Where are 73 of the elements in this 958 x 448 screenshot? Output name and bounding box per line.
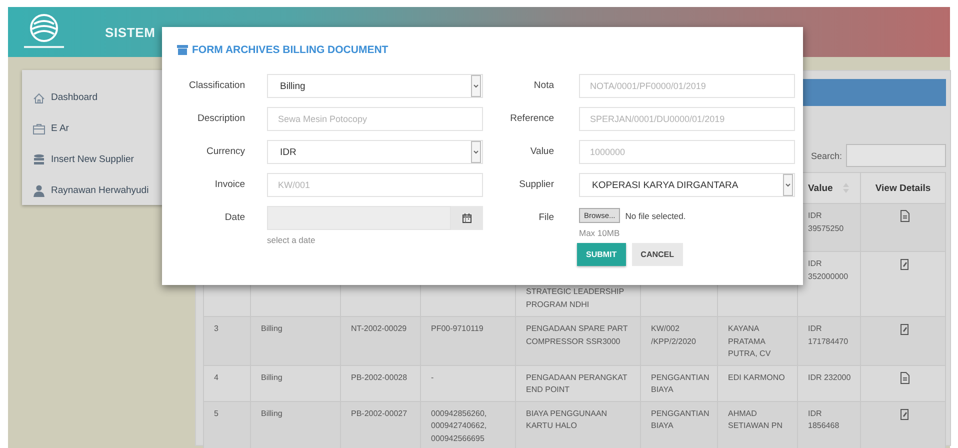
sidebar-item[interactable]: Insert New Supplier bbox=[22, 144, 170, 175]
archive-icon bbox=[177, 45, 188, 55]
field-label: Supplier bbox=[518, 178, 554, 190]
field-label: Invoice bbox=[214, 178, 245, 190]
edit-icon[interactable] bbox=[900, 408, 910, 420]
table-cell: Billing bbox=[261, 372, 282, 382]
table-cell: PB-2002-00027 bbox=[351, 408, 408, 418]
table-cell: PENGGANTIAN BIAYA bbox=[651, 408, 710, 430]
document-icon[interactable] bbox=[900, 210, 910, 222]
text-field[interactable]: SPERJAN/0001/DU0000/01/2019 bbox=[579, 107, 795, 131]
field-label: Reference bbox=[509, 112, 554, 124]
table-cell: - bbox=[431, 372, 434, 382]
database-icon bbox=[32, 152, 46, 166]
column-header[interactable]: Value bbox=[808, 182, 833, 194]
table-cell: KW/002 /KPP/2/2020 bbox=[651, 324, 696, 346]
sidebar-item[interactable]: E Ar bbox=[22, 113, 170, 144]
table-cell: PENGADAAN PERANGKAT END POINT bbox=[526, 372, 628, 394]
table-cell: 3 bbox=[214, 324, 218, 333]
field-label: Description bbox=[196, 112, 245, 124]
document-icon[interactable] bbox=[900, 372, 910, 384]
field-label: Classification bbox=[188, 79, 245, 91]
table-cell: 5 bbox=[214, 408, 218, 418]
table-cell: IDR 232000 bbox=[808, 372, 851, 382]
sidebar-item[interactable]: Raynawan Herwahyudi bbox=[22, 175, 170, 206]
field-label: Date bbox=[224, 211, 245, 223]
calendar-button[interactable] bbox=[451, 206, 483, 230]
table-cell: Billing bbox=[261, 408, 282, 418]
chevron-icon bbox=[471, 75, 481, 97]
table-cell: PB-2002-00028 bbox=[351, 372, 408, 382]
field-label: File bbox=[538, 211, 554, 223]
search-label: Search: bbox=[810, 150, 842, 160]
field-label: Value bbox=[529, 145, 554, 157]
table-cell: Billing bbox=[261, 324, 282, 333]
chevron-icon bbox=[783, 174, 793, 196]
table-cell: PENGADAAN SPARE PART COMPRESSOR SSR3000 bbox=[526, 324, 628, 346]
table-cell: EDI KARMONO bbox=[728, 372, 785, 382]
help-text: select a date bbox=[267, 235, 316, 245]
edit-icon[interactable] bbox=[900, 258, 910, 270]
dropdown[interactable]: KOPERASI KARYA DIRGANTARA bbox=[579, 173, 795, 197]
sidebar-item[interactable]: Dashboard bbox=[22, 82, 170, 113]
chevron-icon bbox=[471, 141, 481, 163]
edit-icon[interactable] bbox=[900, 323, 910, 335]
text-field[interactable]: Sewa Mesin Potocopy bbox=[267, 107, 483, 131]
text-field[interactable]: 1000000 bbox=[579, 140, 795, 164]
calendar-icon bbox=[462, 213, 472, 223]
briefcase-icon bbox=[32, 122, 46, 136]
help-text: Max 10MB bbox=[579, 228, 621, 238]
table-cell: BIAYA PENGGUNAAN KARTU HALO bbox=[526, 408, 608, 430]
file-status: No file selected. bbox=[625, 210, 686, 220]
table-cell: 000942856260, 000942740662, 000942566695 bbox=[431, 408, 487, 442]
dropdown[interactable]: Billing bbox=[267, 74, 483, 98]
search-field[interactable] bbox=[846, 144, 946, 167]
table-cell: IDR 171784470 bbox=[808, 324, 848, 346]
field-label: Currency bbox=[205, 145, 245, 157]
user-icon bbox=[32, 184, 46, 198]
field-label: Nota bbox=[532, 79, 554, 91]
table-cell: IDR 39575250 bbox=[808, 211, 844, 232]
home-icon bbox=[32, 90, 46, 104]
table-cell: PENGGANTIAN BIAYA bbox=[651, 372, 710, 394]
table-cell: KAYANA PRATAMA PUTRA, CV bbox=[728, 324, 771, 358]
text-field[interactable]: KW/001 bbox=[267, 173, 483, 197]
dialog-title: FORM ARCHIVES BILLING DOCUMENT bbox=[192, 44, 388, 56]
table-cell: PF00-9710119 bbox=[431, 324, 484, 333]
app-title: SISTEM bbox=[105, 24, 156, 40]
table-cell: STRATEGIC LEADERSHIP PROGRAM NDHI bbox=[526, 287, 624, 308]
table-cell: 4 bbox=[214, 372, 218, 382]
text-field[interactable]: NOTA/0001/PF0000/01/2019 bbox=[579, 74, 795, 98]
table-cell: IDR 1856468 bbox=[808, 408, 840, 430]
dropdown[interactable]: IDR bbox=[267, 140, 483, 164]
table-cell: IDR 352000000 bbox=[808, 259, 848, 280]
table-cell: NT-2002-00029 bbox=[351, 324, 407, 333]
table-cell: AHMAD SETIAWAN PN bbox=[728, 408, 783, 430]
cancel-button[interactable]: CANCEL bbox=[632, 243, 684, 266]
